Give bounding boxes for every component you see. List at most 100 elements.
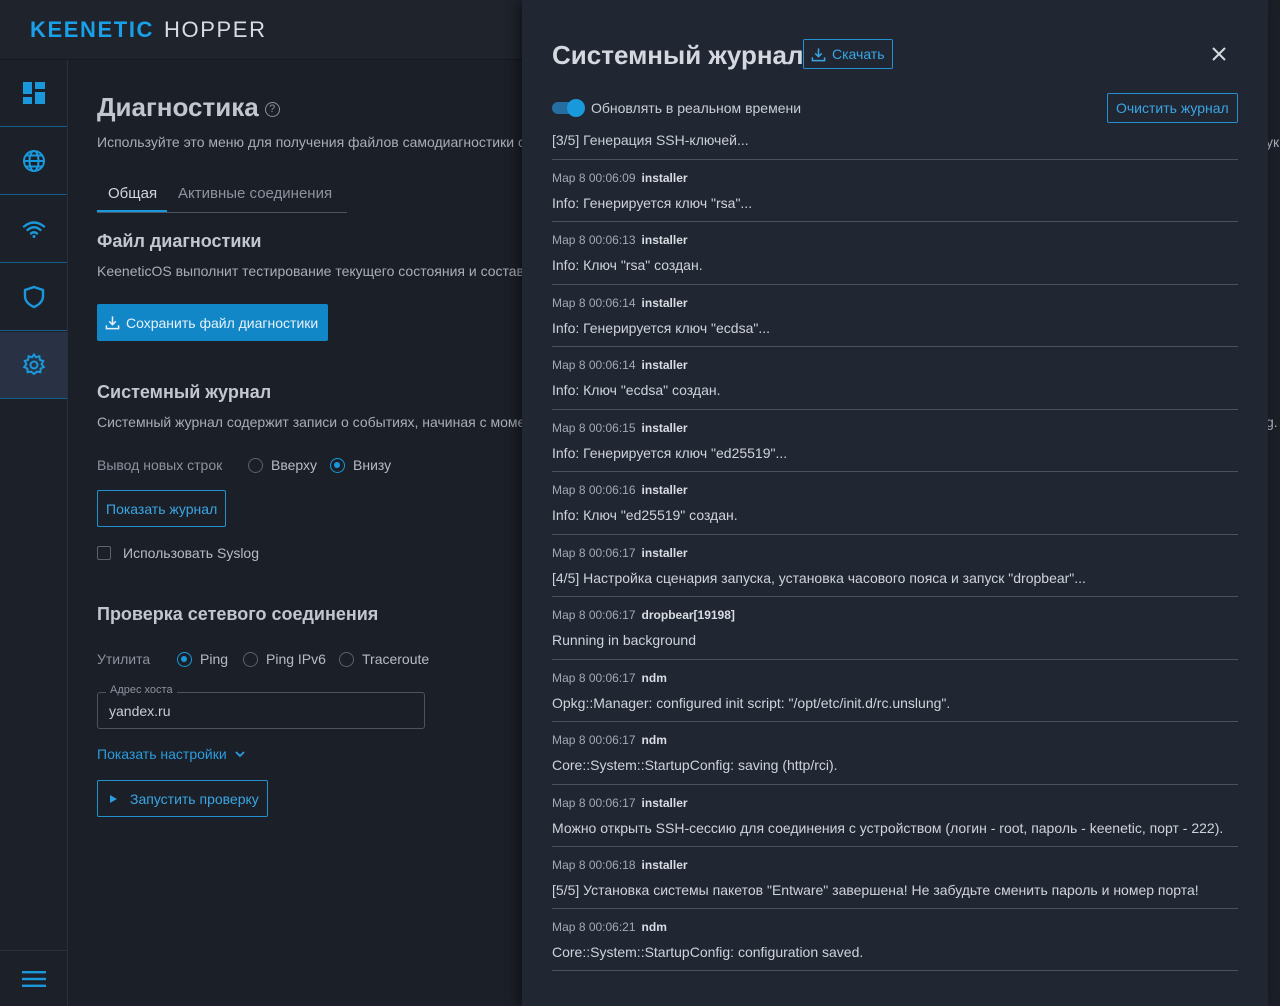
page-intro: Используйте это меню для получения файло… bbox=[97, 134, 547, 150]
log-time: Мар 8 00:06:17 bbox=[552, 671, 636, 685]
syslog-desc: Системный журнал содержит записи о событ… bbox=[97, 414, 548, 430]
radio-ping-ipv6[interactable]: Ping IPv6 bbox=[243, 651, 326, 667]
diag-file-desc: KeeneticOS выполнит тестирование текущег… bbox=[97, 263, 551, 279]
log-list[interactable]: [3/5] Генерация SSH-ключей... Мар 8 00:0… bbox=[552, 130, 1238, 972]
diag-file-title: Файл диагностики bbox=[97, 231, 262, 251]
log-time: Мар 8 00:06:14 bbox=[552, 358, 636, 372]
log-source: ndm bbox=[641, 733, 667, 747]
host-address-field: Адрес хоста bbox=[97, 684, 425, 729]
log-message: Info: Ключ "rsa" создан. bbox=[552, 257, 703, 273]
save-diagnostics-button[interactable]: Сохранить файл диагностики bbox=[97, 304, 329, 341]
log-meta: Мар 8 00:06:14 installer bbox=[552, 296, 688, 310]
radio-indicator bbox=[339, 651, 354, 667]
log-entry: Мар 8 00:06:13 installer Info: Ключ "rsa"… bbox=[552, 222, 1238, 284]
log-source: installer bbox=[641, 233, 688, 247]
page-title: Диагностика? bbox=[97, 92, 280, 123]
host-address-input[interactable] bbox=[109, 703, 409, 719]
log-meta: Мар 8 00:06:15 installer bbox=[552, 421, 688, 435]
gear-icon bbox=[22, 353, 45, 376]
log-message: [4/5] Настройка сценария запуска, устано… bbox=[552, 570, 1086, 586]
download-icon bbox=[811, 47, 826, 61]
log-time: Мар 8 00:06:14 bbox=[552, 296, 636, 310]
log-meta: Мар 8 00:06:18 installer bbox=[552, 858, 688, 872]
log-time: Мар 8 00:06:17 bbox=[552, 608, 636, 622]
log-entry: Мар 8 00:06:16 installer Info: Ключ "ed25… bbox=[552, 472, 1238, 534]
brand-product: HOPPER bbox=[164, 17, 267, 42]
save-diagnostics-label: Сохранить файл диагностики bbox=[126, 314, 319, 331]
radio-output-top[interactable]: Вверху bbox=[248, 457, 317, 473]
log-entry: Мар 8 00:06:14 installer Info: Генерирует… bbox=[552, 285, 1238, 347]
log-divider bbox=[552, 970, 1238, 971]
log-message: Opkg::Manager: configured init script: "… bbox=[552, 695, 951, 711]
sidebar-item-dashboard[interactable] bbox=[0, 60, 67, 127]
sidebar-item-internet[interactable] bbox=[0, 128, 67, 195]
run-check-button[interactable]: Запустить проверку bbox=[97, 780, 268, 817]
log-meta: Мар 8 00:06:14 installer bbox=[552, 358, 688, 372]
log-meta: Мар 8 00:06:17 ndm bbox=[552, 733, 667, 747]
log-meta: Мар 8 00:06:21 ndm bbox=[552, 920, 667, 934]
log-entry: Мар 8 00:06:17 ndm Opkg::Manager: configu… bbox=[552, 660, 1238, 722]
radio-indicator bbox=[330, 457, 345, 473]
radio-indicator bbox=[248, 457, 263, 473]
use-syslog-checkbox[interactable]: Использовать Syslog bbox=[97, 545, 259, 561]
log-source: installer bbox=[641, 358, 688, 372]
log-source: installer bbox=[641, 858, 688, 872]
sidebar-item-wifi[interactable] bbox=[0, 196, 67, 263]
radio-output-top-label: Вверху bbox=[271, 457, 318, 473]
log-message: Core::System::StartupConfig: saving (htt… bbox=[552, 757, 838, 773]
radio-indicator bbox=[243, 651, 258, 667]
log-entry: Мар 8 00:06:09 installer Info: Генерирует… bbox=[552, 160, 1238, 222]
syslog-title: Системный журнал bbox=[97, 382, 272, 402]
log-time: Мар 8 00:06:13 bbox=[552, 233, 636, 247]
download-button[interactable]: Скачать bbox=[803, 39, 893, 69]
log-time: Мар 8 00:06:21 bbox=[552, 920, 636, 934]
radio-ping[interactable]: Ping bbox=[177, 651, 228, 667]
log-entry: Мар 8 00:06:17 ndm Core::System::StartupC… bbox=[552, 722, 1238, 784]
tab-general[interactable]: Общая bbox=[108, 185, 157, 202]
log-source: installer bbox=[641, 171, 688, 185]
sidebar bbox=[0, 60, 68, 1006]
log-source: ndm bbox=[641, 671, 667, 685]
tab-active-connections[interactable]: Активные соединения bbox=[178, 185, 332, 202]
host-address-label: Адрес хоста bbox=[106, 684, 177, 696]
sidebar-item-settings[interactable] bbox=[0, 332, 67, 399]
log-entry: Мар 8 00:06:17 dropbear[19198] Running in… bbox=[552, 597, 1238, 659]
sidebar-menu-toggle[interactable] bbox=[0, 950, 67, 1006]
show-log-button[interactable]: Показать журнал bbox=[97, 490, 227, 527]
log-meta: Мар 8 00:06:16 installer bbox=[552, 483, 688, 497]
tabs: Общая Активные соединения bbox=[97, 182, 347, 213]
close-icon[interactable] bbox=[1209, 44, 1229, 64]
log-message: Info: Ключ "ed25519" создан. bbox=[552, 507, 738, 523]
radio-output-bottom-label: Внизу bbox=[353, 457, 392, 473]
brand-name: KEENETIC bbox=[30, 17, 155, 42]
show-settings-link[interactable]: Показать настройки bbox=[97, 746, 247, 762]
radio-output-bottom[interactable]: Внизу bbox=[330, 457, 391, 473]
toggle-knob bbox=[567, 99, 585, 117]
clear-log-button[interactable]: Очистить журнал bbox=[1107, 93, 1238, 123]
realtime-toggle[interactable] bbox=[552, 99, 585, 117]
log-message: Info: Ключ "ecdsa" создан. bbox=[552, 382, 721, 398]
log-source: installer bbox=[641, 296, 688, 310]
radio-indicator bbox=[177, 651, 192, 667]
output-label: Вывод новых строк bbox=[97, 457, 223, 473]
dashboard-icon bbox=[22, 82, 45, 104]
log-entry: Мар 8 00:06:17 installer Можно открыть SS… bbox=[552, 785, 1238, 847]
download-label: Скачать bbox=[832, 46, 885, 62]
play-icon bbox=[110, 794, 117, 803]
system-log-panel: Системный журнал Скачать Обновлять в реа… bbox=[522, 0, 1268, 1006]
log-message: [3/5] Генерация SSH-ключей... bbox=[552, 132, 749, 148]
help-icon[interactable]: ? bbox=[264, 101, 280, 117]
radio-ping-label: Ping bbox=[200, 651, 229, 667]
radio-traceroute[interactable]: Traceroute bbox=[339, 651, 429, 667]
sidebar-item-security[interactable] bbox=[0, 264, 67, 331]
log-time: Мар 8 00:06:16 bbox=[552, 483, 636, 497]
log-time: Мар 8 00:06:18 bbox=[552, 858, 636, 872]
wifi-icon bbox=[22, 221, 45, 238]
log-time: Мар 8 00:06:17 bbox=[552, 796, 636, 810]
checkbox-box bbox=[97, 546, 111, 560]
log-source: installer bbox=[641, 546, 688, 560]
brand-logo[interactable]: KEENETIC HOPPER bbox=[30, 17, 267, 43]
download-icon bbox=[105, 316, 120, 330]
log-entry: Мар 8 00:06:15 installer Info: Генерирует… bbox=[552, 410, 1238, 472]
tab-active-indicator bbox=[97, 210, 167, 212]
